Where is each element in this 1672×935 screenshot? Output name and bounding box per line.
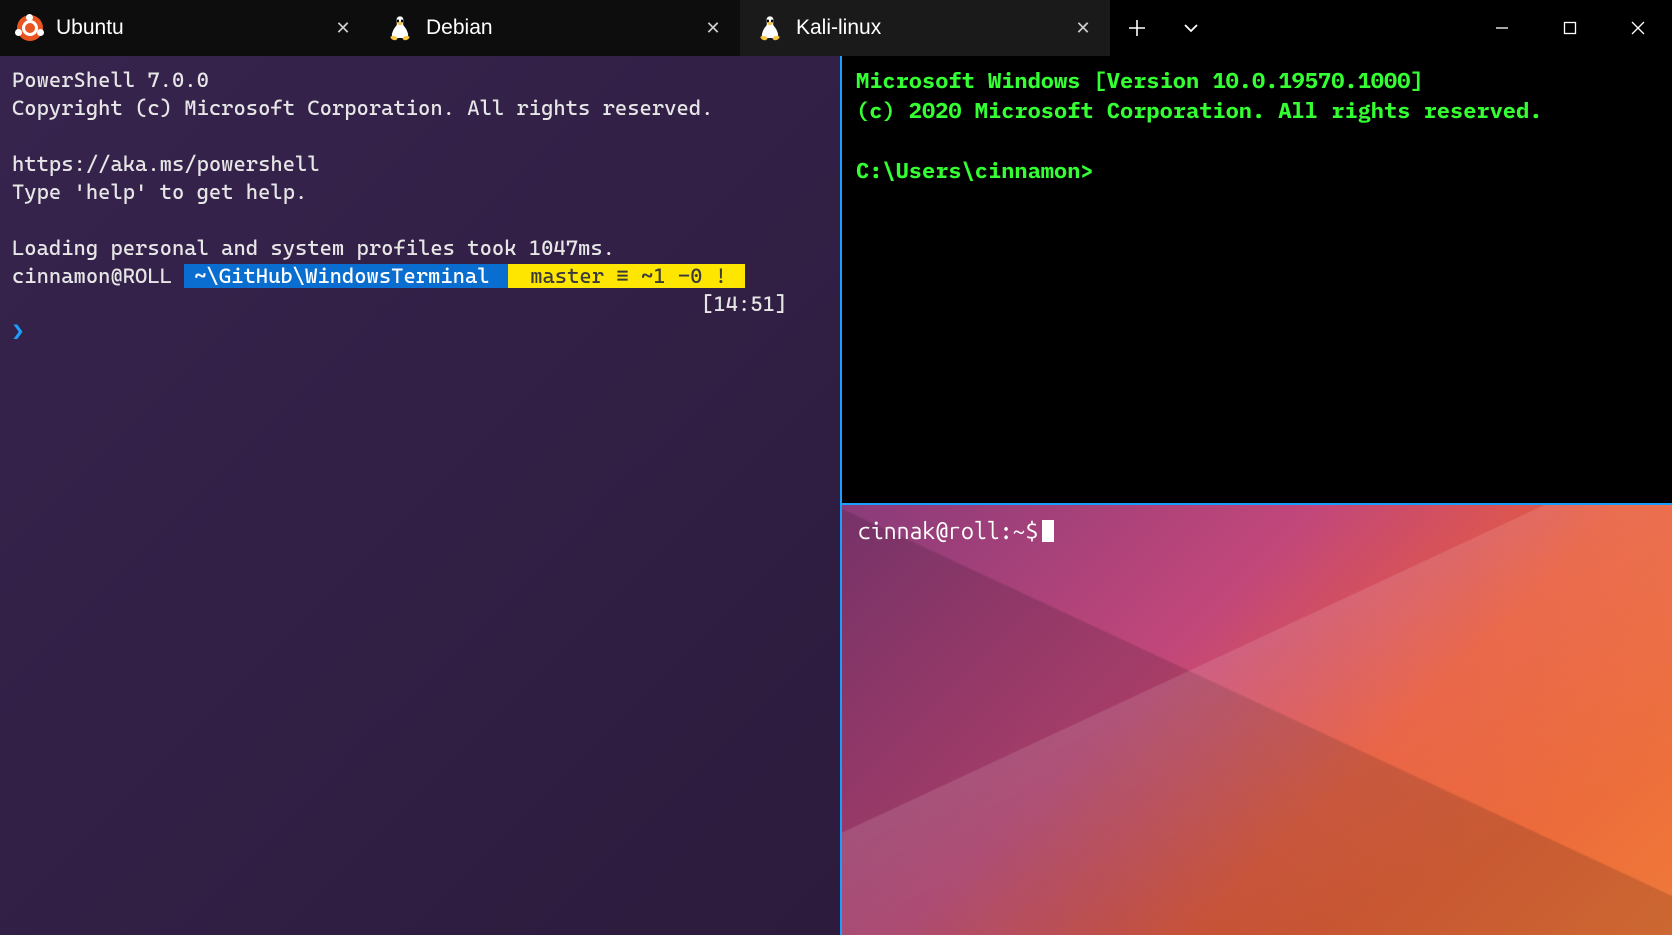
prompt-path: ~\GitHub\WindowsTerminal <box>184 264 508 288</box>
pane-right-container: Microsoft Windows [Version 10.0.19570.10… <box>840 56 1672 935</box>
close-window-button[interactable] <box>1604 0 1672 56</box>
close-icon[interactable]: ✕ <box>702 18 724 39</box>
pane-cmd[interactable]: Microsoft Windows [Version 10.0.19570.10… <box>842 56 1672 503</box>
terminal-text: (c) 2020 Microsoft Corporation. All righ… <box>856 96 1542 125</box>
ubuntu-background <box>842 505 1672 935</box>
prompt-git: master ≡ ~1 -0 ! <box>508 264 745 288</box>
tux-icon <box>386 14 414 42</box>
prompt-time: [14:51] <box>701 292 787 316</box>
prompt: C:\Users\cinnamon> <box>856 156 1094 185</box>
close-icon[interactable]: ✕ <box>1072 18 1094 39</box>
prompt: cinnak@roll:~$ <box>858 519 1038 544</box>
tab-title: Debian <box>426 16 690 40</box>
new-tab-button[interactable] <box>1110 0 1164 56</box>
prompt-host: cinnamon@ROLL <box>12 264 184 288</box>
prompt-chevron: ❯ <box>12 320 24 344</box>
terminal-text: Microsoft Windows [Version 10.0.19570.10… <box>856 66 1424 95</box>
terminal-window: Ubuntu ✕ Debian ✕ Kali-linux ✕ <box>0 0 1672 935</box>
tab-bar: Ubuntu ✕ Debian ✕ Kali-linux ✕ <box>0 0 1672 56</box>
window-controls <box>1468 0 1672 56</box>
tab-kali[interactable]: Kali-linux ✕ <box>740 0 1110 56</box>
minimize-button[interactable] <box>1468 0 1536 56</box>
pane-ubuntu-shell[interactable]: cinnak@roll:~$ <box>842 503 1672 935</box>
terminal-text: Loading personal and system profiles too… <box>12 236 615 260</box>
pane-container: PowerShell 7.0.0 Copyright (c) Microsoft… <box>0 56 1672 935</box>
tab-title: Kali-linux <box>796 16 1060 40</box>
maximize-button[interactable] <box>1536 0 1604 56</box>
tux-icon <box>756 14 784 42</box>
ubuntu-icon <box>16 14 44 42</box>
titlebar-drag-area[interactable] <box>1218 0 1468 56</box>
close-icon[interactable]: ✕ <box>332 18 354 39</box>
tab-debian[interactable]: Debian ✕ <box>370 0 740 56</box>
terminal-text: Type 'help' to get help. <box>12 180 307 204</box>
pane-powershell[interactable]: PowerShell 7.0.0 Copyright (c) Microsoft… <box>0 56 840 935</box>
cursor <box>1042 520 1054 542</box>
tab-title: Ubuntu <box>56 16 320 40</box>
terminal-text: Copyright (c) Microsoft Corporation. All… <box>12 96 713 120</box>
terminal-text: https://aka.ms/powershell <box>12 152 320 176</box>
tab-ubuntu[interactable]: Ubuntu ✕ <box>0 0 370 56</box>
tab-dropdown-button[interactable] <box>1164 0 1218 56</box>
terminal-text: PowerShell 7.0.0 <box>12 68 209 92</box>
